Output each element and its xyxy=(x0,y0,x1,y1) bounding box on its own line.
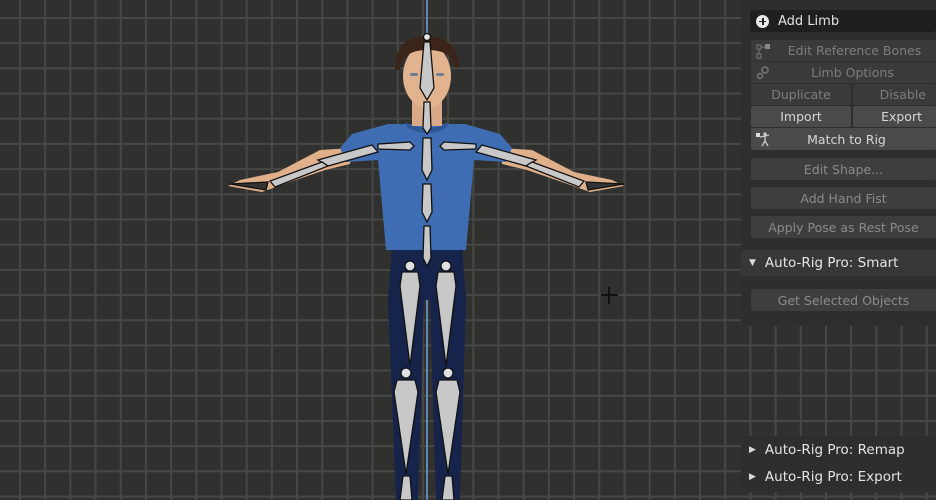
edit-reference-bones-label: Edit Reference Bones xyxy=(787,43,922,58)
spine-bone-1 xyxy=(421,137,433,182)
edit-reference-bones-button[interactable]: Edit Reference Bones xyxy=(751,40,936,61)
edit-shape-label: Edit Shape... xyxy=(803,161,884,177)
collapsed-triangle-icon: ▶ xyxy=(749,445,756,455)
shin-bone-tip-l xyxy=(400,367,412,379)
export-section-title: Auto-Rig Pro: Export xyxy=(764,469,902,485)
shin-bone-tip-r xyxy=(442,367,454,379)
get-selected-objects-label: Get Selected Objects xyxy=(777,292,910,308)
bones-edit-icon xyxy=(756,44,770,59)
export-button[interactable]: Export xyxy=(853,106,936,127)
figure-icon xyxy=(756,132,770,147)
import-button[interactable]: Import xyxy=(751,106,851,127)
neck-bone xyxy=(422,101,432,136)
remap-section-header[interactable]: ▶ Auto-Rig Pro: Remap xyxy=(741,438,936,462)
expanded-triangle-icon: ▼ xyxy=(749,258,756,268)
add-limb-button[interactable]: Add Limb xyxy=(750,10,936,32)
duplicate-button[interactable]: Duplicate xyxy=(751,84,851,105)
match-to-rig-button[interactable]: Match to Rig xyxy=(751,128,936,150)
remap-section-title: Auto-Rig Pro: Remap xyxy=(764,442,905,458)
collapsed-triangle-icon: ▶ xyxy=(749,472,756,482)
armature-bones[interactable] xyxy=(229,32,625,500)
match-to-rig-label: Match to Rig xyxy=(807,131,886,147)
get-selected-objects-button[interactable]: Get Selected Objects xyxy=(751,289,936,311)
spine-bone-2 xyxy=(421,183,433,224)
smart-section-header[interactable]: ▼ Auto-Rig Pro: Smart xyxy=(741,250,936,276)
limb-options-label: Limb Options xyxy=(811,65,894,80)
shoulder-bone-l xyxy=(377,141,415,151)
spine-bone-3 xyxy=(422,225,432,268)
export-section-header[interactable]: ▶ Auto-Rig Pro: Export xyxy=(741,465,936,489)
head-bone-tip xyxy=(422,32,432,42)
import-label: Import xyxy=(780,109,822,124)
apply-pose-as-rest-pose-label: Apply Pose as Rest Pose xyxy=(768,219,919,235)
smart-section-title: Auto-Rig Pro: Smart xyxy=(764,255,899,271)
3d-cursor-icon[interactable] xyxy=(601,287,618,304)
apply-pose-as-rest-pose-button[interactable]: Apply Pose as Rest Pose xyxy=(751,216,936,238)
shoulder-bone-r xyxy=(439,141,477,151)
add-limb-label: Add Limb xyxy=(778,13,840,29)
gears-icon xyxy=(756,66,769,80)
add-hand-fist-button[interactable]: Add Hand Fist xyxy=(751,187,936,209)
thigh-bone-tip-r xyxy=(440,260,452,272)
export-label: Export xyxy=(881,109,922,124)
add-hand-fist-label: Add Hand Fist xyxy=(800,190,887,206)
duplicate-label: Duplicate xyxy=(771,87,831,102)
limb-options-button[interactable]: Limb Options xyxy=(751,62,936,83)
plus-circle-icon xyxy=(756,14,769,28)
thigh-bone-tip-l xyxy=(404,260,416,272)
edit-shape-button[interactable]: Edit Shape... xyxy=(751,158,936,180)
disable-label: Disable xyxy=(879,87,926,102)
disable-button[interactable]: Disable xyxy=(853,84,936,105)
